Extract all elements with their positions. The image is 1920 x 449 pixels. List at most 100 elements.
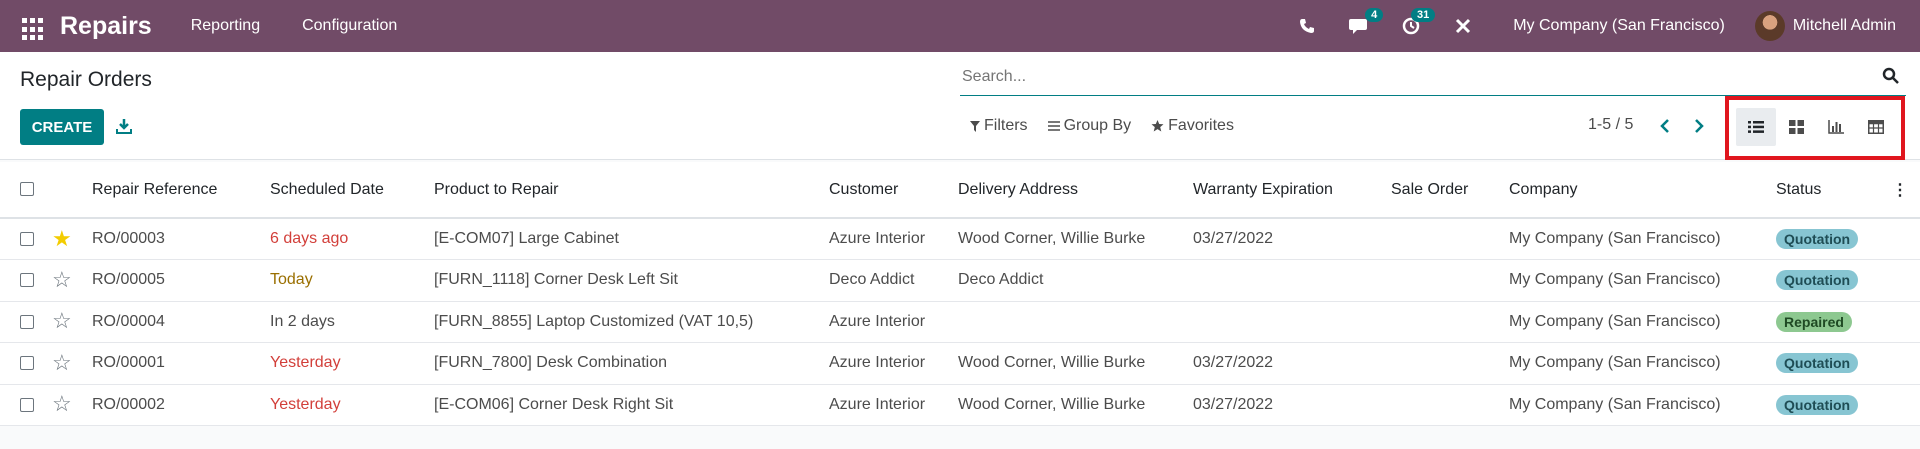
cell-repair-reference: RO/00002 (92, 384, 270, 426)
filters-button[interactable]: Filters (970, 117, 1028, 135)
page-title: Repair Orders (20, 68, 152, 91)
table-row[interactable]: ★ RO/00003 6 days ago [E-COM07] Large Cabin… (0, 218, 1920, 260)
table-row[interactable]: ☆ RO/00002 Yesterday [E-COM06] Corner Desk … (0, 384, 1920, 426)
cell-company: My Company (San Francisco) (1509, 301, 1776, 343)
cell-company: My Company (San Francisco) (1509, 259, 1776, 302)
col-repair-reference[interactable]: Repair Reference (92, 162, 270, 219)
cell-scheduled-date: Yesterday (270, 384, 434, 426)
groupby-icon (1047, 121, 1060, 131)
status-badge: Repaired (1776, 311, 1852, 332)
search-icon[interactable] (1882, 67, 1900, 85)
cell-delivery-address: Wood Corner, Willie Burke (958, 342, 1193, 385)
col-company[interactable]: Company (1509, 162, 1776, 219)
list-view-icon[interactable] (1736, 108, 1776, 146)
row-checkbox[interactable] (20, 231, 34, 246)
cell-delivery-address: Wood Corner, Willie Burke (958, 218, 1193, 260)
column-options-icon[interactable]: ⋮ (1892, 182, 1908, 199)
user-avatar[interactable] (1754, 11, 1785, 41)
cell-sale-order (1391, 218, 1509, 260)
cell-product: [FURN_1118] Corner Desk Left Sit (434, 259, 829, 302)
top-navbar: Repairs Reporting Configuration 4 31 My … (0, 0, 1920, 52)
search-underline (960, 95, 1906, 96)
cell-repair-reference: RO/00004 (92, 301, 270, 343)
col-customer[interactable]: Customer (829, 162, 958, 219)
cell-company: My Company (San Francisco) (1509, 218, 1776, 260)
cell-sale-order (1391, 384, 1509, 426)
filter-icon (970, 120, 980, 132)
col-status[interactable]: Status (1776, 162, 1892, 219)
close-tools-icon[interactable] (1445, 0, 1481, 52)
create-button[interactable]: CREATE (20, 109, 104, 145)
col-delivery-address[interactable]: Delivery Address (958, 162, 1193, 219)
cell-repair-reference: RO/00005 (92, 259, 270, 302)
download-icon[interactable] (116, 118, 132, 134)
cell-warranty-expiration: 03/27/2022 (1193, 218, 1391, 260)
app-name[interactable]: Repairs (60, 12, 152, 41)
col-scheduled-date[interactable]: Scheduled Date (270, 162, 434, 219)
cell-company: My Company (San Francisco) (1509, 342, 1776, 385)
cell-customer: Deco Addict (829, 259, 958, 302)
cell-customer: Azure Interior (829, 342, 958, 385)
cell-repair-reference: RO/00003 (92, 218, 270, 260)
cell-sale-order (1391, 259, 1509, 302)
table-row[interactable]: ☆ RO/00005 Today [FURN_1118] Corner Desk Le… (0, 259, 1920, 302)
cell-warranty-expiration (1193, 259, 1391, 302)
col-sale-order[interactable]: Sale Order (1391, 162, 1509, 219)
table-row[interactable]: ☆ RO/00004 In 2 days [FURN_8855] Laptop Cus… (0, 301, 1920, 343)
row-checkbox[interactable] (20, 356, 34, 371)
star-filled-icon[interactable]: ★ (52, 226, 72, 251)
pager-next-icon[interactable] (1689, 116, 1709, 136)
app-menu-icon[interactable] (18, 11, 48, 41)
search-input[interactable] (962, 66, 1862, 88)
col-product-to-repair[interactable]: Product to Repair (434, 162, 829, 219)
phone-icon[interactable] (1289, 0, 1325, 52)
cell-sale-order (1391, 342, 1509, 385)
graph-view-icon[interactable] (1816, 108, 1856, 146)
cell-delivery-address: Deco Addict (958, 259, 1193, 302)
cell-scheduled-date: Yesterday (270, 342, 434, 385)
groupby-button[interactable]: Group By (1047, 117, 1131, 135)
favorites-label: Favorites (1168, 117, 1234, 134)
status-badge: Quotation (1776, 353, 1859, 374)
row-checkbox[interactable] (20, 314, 34, 329)
star-outline-icon[interactable]: ☆ (52, 308, 72, 333)
activities-icon[interactable]: 31 (1393, 0, 1436, 52)
menu-configuration[interactable]: Configuration (302, 17, 397, 35)
repair-orders-table: Repair Reference Scheduled Date Product … (0, 162, 1920, 426)
favorites-button[interactable]: Favorites (1151, 117, 1234, 135)
messages-icon[interactable]: 4 (1341, 0, 1384, 52)
cell-sale-order (1391, 301, 1509, 343)
cell-company: My Company (San Francisco) (1509, 384, 1776, 426)
status-badge: Quotation (1776, 394, 1859, 415)
cell-scheduled-date: Today (270, 259, 434, 302)
cell-warranty-expiration: 03/27/2022 (1193, 384, 1391, 426)
cell-product: [FURN_7800] Desk Combination (434, 342, 829, 385)
menu-reporting[interactable]: Reporting (191, 17, 260, 35)
select-all-checkbox[interactable] (20, 182, 34, 197)
pivot-view-icon[interactable] (1856, 108, 1896, 146)
kanban-view-icon[interactable] (1776, 108, 1816, 146)
activities-badge: 31 (1410, 8, 1436, 22)
star-icon (1151, 120, 1164, 132)
col-warranty-expiration[interactable]: Warranty Expiration (1193, 162, 1391, 219)
table-row[interactable]: ☆ RO/00001 Yesterday [FURN_7800] Desk Combi… (0, 342, 1920, 385)
cell-product: [FURN_8855] Laptop Customized (VAT 10,5) (434, 301, 829, 343)
cell-customer: Azure Interior (829, 301, 958, 343)
cell-product: [E-COM06] Corner Desk Right Sit (434, 384, 829, 426)
star-outline-icon[interactable]: ☆ (52, 391, 72, 416)
company-switcher[interactable]: My Company (San Francisco) (1513, 17, 1725, 35)
cell-delivery-address (958, 301, 1193, 343)
cell-customer: Azure Interior (829, 218, 958, 260)
cell-scheduled-date: In 2 days (270, 301, 434, 343)
row-checkbox[interactable] (20, 273, 34, 288)
pager-value[interactable]: 1-5 / 5 (1588, 116, 1633, 134)
pager-previous-icon[interactable] (1655, 116, 1675, 136)
user-menu[interactable]: Mitchell Admin (1793, 17, 1896, 35)
cell-warranty-expiration: 03/27/2022 (1193, 342, 1391, 385)
row-checkbox[interactable] (20, 397, 34, 412)
star-outline-icon[interactable]: ☆ (52, 350, 72, 375)
cell-warranty-expiration (1193, 301, 1391, 343)
star-outline-icon[interactable]: ☆ (52, 267, 72, 292)
status-badge: Quotation (1776, 270, 1859, 291)
messages-badge: 4 (1365, 8, 1384, 22)
